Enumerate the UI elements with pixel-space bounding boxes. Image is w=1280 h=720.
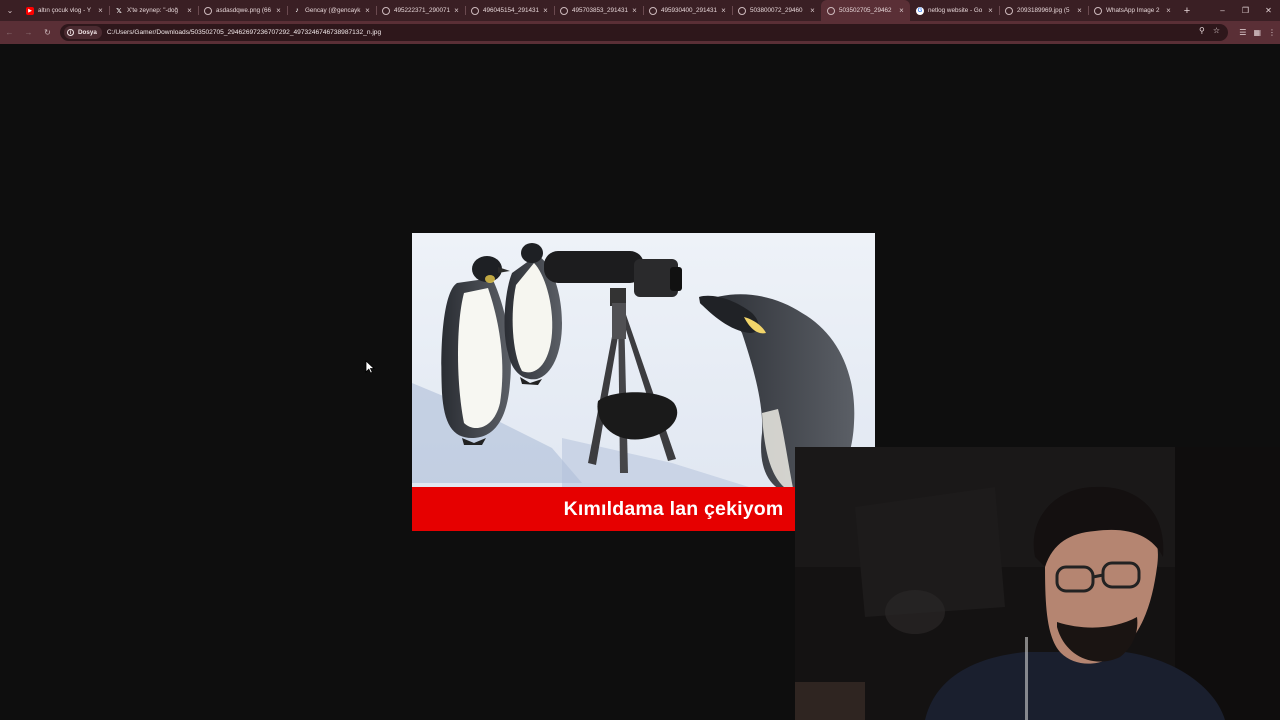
youtube-icon: ▶ — [26, 6, 34, 15]
tab-1[interactable]: 𝕏 X'te zeynep: "-doğ × — [109, 0, 198, 21]
tab-3[interactable]: ♪ Gencay (@gencayk × — [287, 0, 376, 21]
streamer-camera-feed — [795, 447, 1280, 720]
reload-button[interactable]: ↻ — [38, 21, 57, 44]
globe-icon — [204, 6, 212, 15]
forward-button[interactable]: → — [19, 21, 38, 44]
menu-icon[interactable]: ⋮ — [1268, 28, 1276, 37]
tab-title: X'te zeynep: "-doğ — [127, 7, 179, 14]
tab-close-icon[interactable]: × — [630, 6, 639, 15]
tab-title: 503502705_29462 — [839, 7, 892, 14]
tab-7[interactable]: 495930400_291431 × — [643, 0, 732, 21]
close-window-icon[interactable]: ✕ — [1257, 0, 1280, 21]
tab-search-button[interactable]: ⌄ — [0, 0, 20, 21]
tab-list: ▶ altın çocuk vlog - Y × 𝕏 X'te zeynep: "-do… — [20, 0, 1177, 21]
tab-close-icon[interactable]: × — [808, 6, 817, 15]
minimize-icon[interactable]: – — [1211, 0, 1234, 21]
window-controls: – ❐ ✕ — [1211, 0, 1280, 21]
tab-title: asdasdqwe.png (66 — [216, 7, 271, 14]
extensions-icon[interactable]: ▦ — [1253, 28, 1261, 37]
site-info-chip[interactable]: i Dosya — [64, 26, 102, 39]
zoom-icon[interactable]: ⚲ — [1199, 26, 1205, 35]
globe-icon — [1094, 6, 1102, 15]
tab-close-icon[interactable]: × — [986, 6, 995, 15]
site-info-label: Dosya — [78, 29, 97, 36]
chevron-down-icon: ⌄ — [6, 6, 14, 15]
tab-close-icon[interactable]: × — [897, 6, 906, 15]
globe-icon — [560, 6, 568, 15]
tab-9[interactable]: 503502705_29462 × — [821, 0, 910, 21]
globe-icon — [827, 6, 835, 15]
globe-icon — [1005, 6, 1013, 15]
tab-close-icon[interactable]: × — [363, 6, 372, 15]
tab-title: 496045154_291431 — [483, 7, 540, 14]
tiktok-icon: ♪ — [295, 7, 299, 14]
mouse-cursor-icon — [365, 360, 375, 374]
tab-11[interactable]: 2093189969.jpg (5 × — [999, 0, 1088, 21]
image-caption: Kımıldama lan çekiyom — [563, 497, 784, 520]
tab-close-icon[interactable]: × — [452, 6, 461, 15]
globe-icon — [649, 6, 657, 15]
google-icon: G — [916, 6, 924, 15]
address-bar[interactable]: i Dosya C:/Users/Gamer/Downloads/5035027… — [60, 24, 1228, 41]
globe-icon — [382, 6, 390, 15]
tab-title: Gencay (@gencayk — [305, 7, 361, 14]
tab-close-icon[interactable]: × — [541, 6, 550, 15]
tab-12[interactable]: WhatsApp Image 2 × — [1088, 0, 1177, 21]
tab-title: 495930400_291431 — [661, 7, 718, 14]
tab-title: altın çocuk vlog - Y — [38, 7, 92, 14]
back-arrow-icon: ← — [5, 28, 14, 37]
tab-close-icon[interactable]: × — [274, 6, 283, 15]
tab-0[interactable]: ▶ altın çocuk vlog - Y × — [20, 0, 109, 21]
restore-icon[interactable]: ❐ — [1234, 0, 1257, 21]
tab-title: WhatsApp Image 2 — [1106, 7, 1160, 14]
tab-strip: ⌄ ▶ altın çocuk vlog - Y × 𝕏 X'te zeynep: "-… — [0, 0, 1280, 21]
tab-title: 495222371_290071 — [394, 7, 451, 14]
media-controls-icon[interactable]: ☰ — [1239, 28, 1246, 37]
tab-close-icon[interactable]: × — [1164, 6, 1173, 15]
tab-8[interactable]: 503800072_29460 × — [732, 0, 821, 21]
tab-title: 495703853_291431 — [572, 7, 629, 14]
globe-icon — [471, 6, 479, 15]
tab-close-icon[interactable]: × — [1075, 6, 1084, 15]
info-icon: i — [67, 29, 74, 36]
tab-close-icon[interactable]: × — [719, 6, 728, 15]
tab-close-icon[interactable]: × — [185, 6, 194, 15]
x-icon: 𝕏 — [116, 7, 122, 15]
tab-10[interactable]: Gnetlog website - Go × — [910, 0, 999, 21]
tab-5[interactable]: 496045154_291431 × — [465, 0, 554, 21]
tab-4[interactable]: 495222371_290071 × — [376, 0, 465, 21]
forward-arrow-icon: → — [24, 28, 33, 37]
address-url[interactable]: C:/Users/Gamer/Downloads/503502705_29462… — [107, 29, 381, 36]
globe-icon — [738, 6, 746, 15]
tab-6[interactable]: 495703853_291431 × — [554, 0, 643, 21]
new-tab-button[interactable]: + — [1177, 5, 1197, 17]
tab-2[interactable]: asdasdqwe.png (66 × — [198, 0, 287, 21]
reload-icon: ↻ — [44, 28, 51, 37]
back-button[interactable]: ← — [0, 21, 19, 44]
tab-title: 503800072_29460 — [750, 7, 803, 14]
tab-close-icon[interactable]: × — [96, 6, 105, 15]
tab-title: 2093189969.jpg (5 — [1017, 7, 1070, 14]
tab-title: netlog website - Go — [928, 7, 983, 14]
bookmark-star-icon[interactable]: ☆ — [1213, 26, 1220, 35]
browser-toolbar: ← → ↻ i Dosya C:/Users/Gamer/Downloads/5… — [0, 21, 1280, 44]
webcam-overlay — [795, 447, 1280, 720]
